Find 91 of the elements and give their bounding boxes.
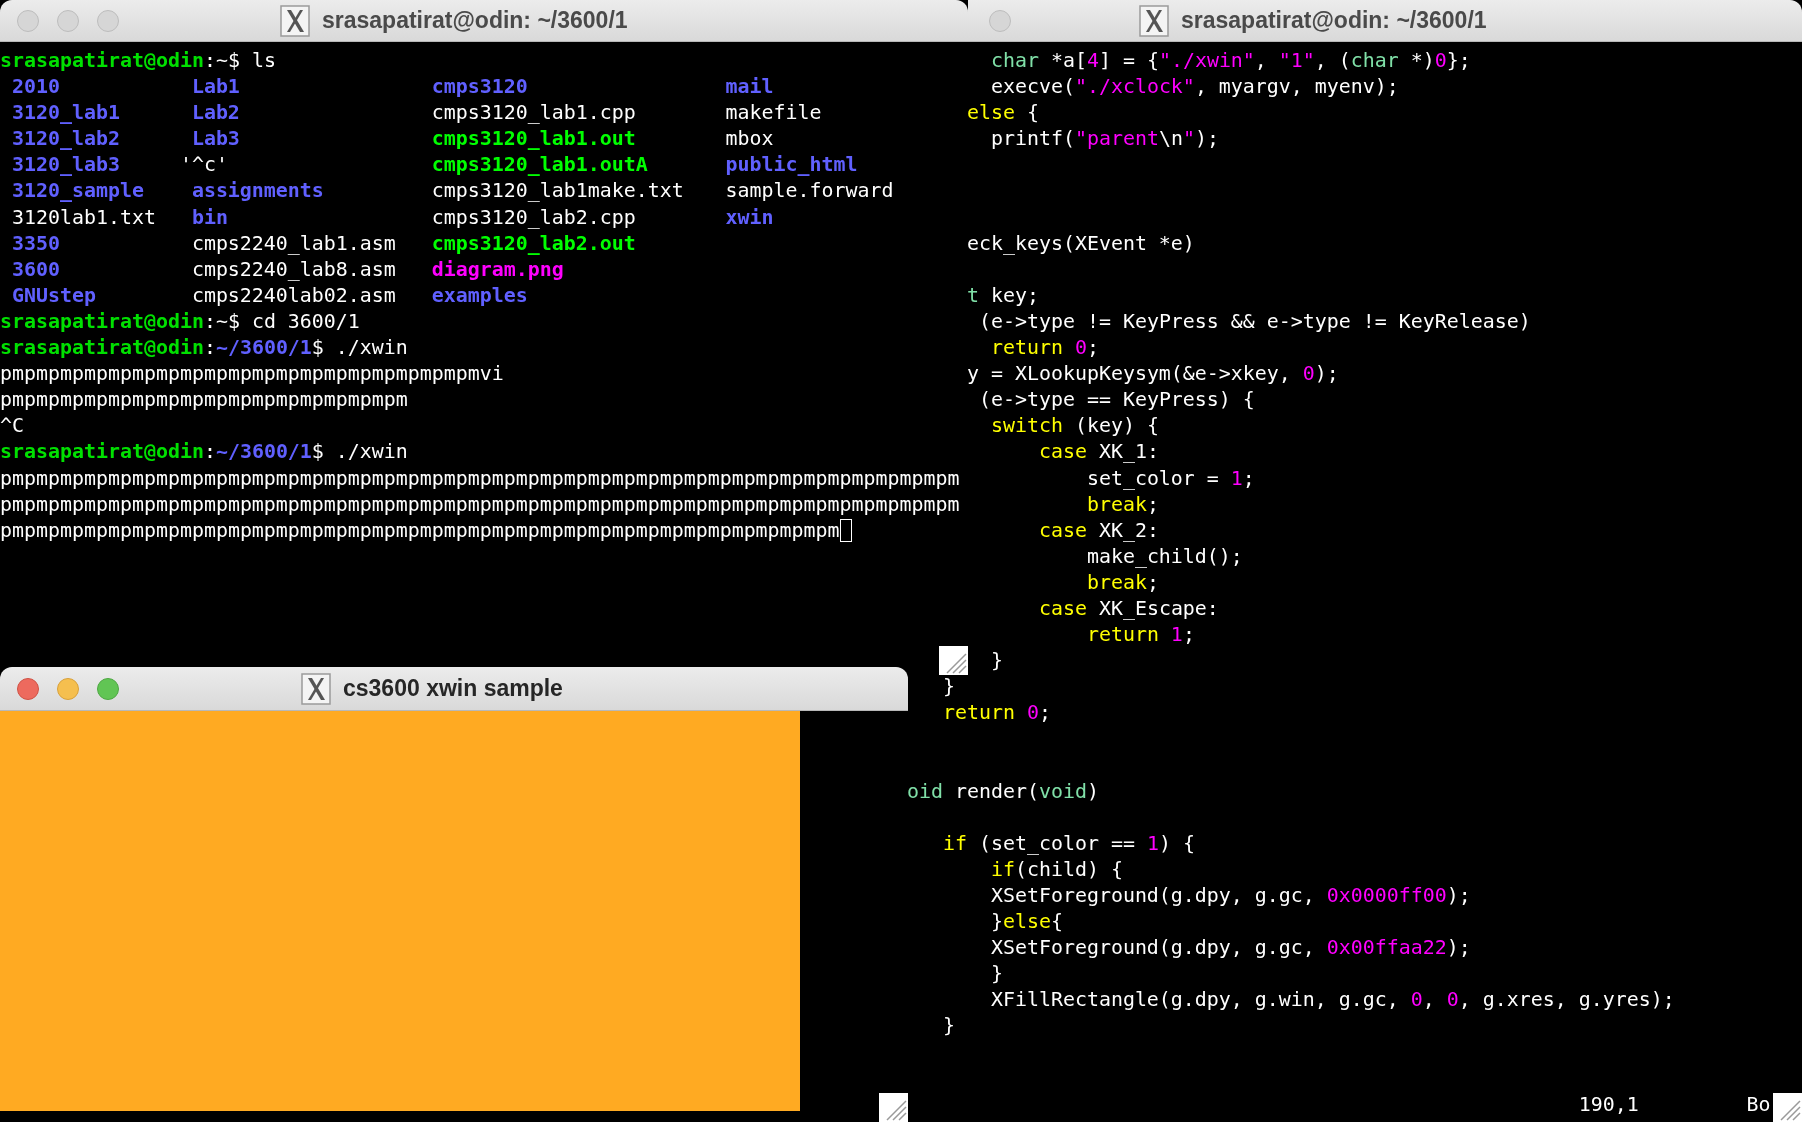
window-title: srasapatirat@odin: ~/3600/1 xyxy=(1181,6,1487,36)
window-title: cs3600 xwin sample xyxy=(343,674,563,704)
code-line: } xyxy=(943,674,955,701)
x-window-icon xyxy=(1139,4,1169,37)
resize-grip-icon[interactable] xyxy=(1773,1093,1802,1122)
file-name: Lab1 xyxy=(191,75,240,99)
code-line: XSetForeground(g.dpy, g.gc, 0x00ffaa22); xyxy=(990,935,1471,962)
code-line: if (set_color == 1) { xyxy=(943,830,1195,857)
code-line: break; xyxy=(1086,491,1159,518)
file-name: cmps3120 xyxy=(431,75,528,99)
terminal-line: ^C xyxy=(0,413,24,440)
terminal-line: pmpmpmpmpmpmpmpmpmpmpmpmpmpmpmpmpmpmpmpmpmpmpmpmpmpmpmpmpmpmpmpmpmpmpmpmpmpmpmpm xyxy=(0,491,960,518)
code-line: if(child) { xyxy=(990,856,1123,883)
file-name: 3120lab1.txt xyxy=(12,205,156,229)
window-title: srasapatirat@odin: ~/3600/1 xyxy=(322,6,628,36)
minimize-button[interactable] xyxy=(57,9,79,32)
terminal-line: pmpmpmpmpmpmpmpmpmpmpmpmpmpmpmpmpm xyxy=(0,387,408,414)
code-line: case XK_2: xyxy=(1038,517,1159,544)
file-name: examples xyxy=(431,283,528,307)
zoom-button[interactable] xyxy=(97,9,119,32)
code-line: eck_keys(XEvent *e) xyxy=(966,230,1195,257)
code-line: else { xyxy=(966,100,1039,127)
file-name: public_html xyxy=(725,153,858,177)
file-name: cmps2240lab02.asm xyxy=(191,283,396,307)
code-line: printf("parent\n"); xyxy=(990,126,1219,153)
code-line: char *a[4] = {"./xwin", "1", (char *)0}; xyxy=(990,48,1471,74)
x-window-icon xyxy=(301,672,331,705)
code-line: }else{ xyxy=(990,909,1063,936)
file-name: cmps3120_lab1.outA xyxy=(431,153,648,177)
file-name: assignments xyxy=(191,179,324,203)
code-line: set_color = 1; xyxy=(1086,465,1255,492)
file-name: mail xyxy=(725,75,774,99)
code-line: t key; xyxy=(966,282,1039,309)
code-line: oid render(void) xyxy=(907,778,1099,805)
code-line: return 0; xyxy=(943,700,1051,727)
file-name: 2010 xyxy=(12,75,60,99)
file-name: 3120_lab1 xyxy=(12,101,120,125)
resize-grip-icon[interactable] xyxy=(879,1093,908,1122)
file-name: GNUstep xyxy=(12,283,96,307)
zoom-button[interactable] xyxy=(97,677,119,700)
terminal-line: srasapatirat@odin:~$ ls xyxy=(0,48,276,74)
file-name: cmps3120_lab1.cpp xyxy=(431,101,636,125)
code-line: (e->type == KeyPress) { xyxy=(978,387,1255,414)
code-line: (e->type != KeyPress && e->type != KeyRelease) xyxy=(978,308,1531,335)
file-name: xwin xyxy=(725,205,774,229)
code-line: execve("./xclock", myargv, myenv); xyxy=(990,74,1399,101)
file-name: cmps3120_lab2.cpp xyxy=(431,205,636,229)
file-name: 3120_lab3 xyxy=(12,153,120,177)
code-line: break; xyxy=(1086,569,1159,596)
code-line: y = XLookupKeysym(&e->xkey, 0); xyxy=(966,361,1339,388)
file-name: makefile xyxy=(725,101,822,125)
file-name: bin xyxy=(191,205,228,229)
code-line: } xyxy=(943,1013,955,1040)
terminal-line: srasapatirat@odin:~$ cd 3600/1 xyxy=(0,308,360,335)
file-name: 3600 xyxy=(12,257,60,281)
status-line: 190,1 Bo xyxy=(1578,1091,1771,1118)
minimize-button[interactable] xyxy=(57,677,79,700)
file-name: 3120_lab2 xyxy=(12,127,120,151)
file-name: mbox xyxy=(725,127,774,151)
file-name: diagram.png xyxy=(431,257,564,281)
code-line: } xyxy=(990,961,1003,988)
file-name: 3120_sample xyxy=(12,179,144,203)
file-name: cmps3120_lab1.out xyxy=(431,127,636,151)
terminal-line: pmpmpmpmpmpmpmpmpmpmpmpmpmpmpmpmpmpmpmpmpmpmpmpmpmpmpmpmpmpmpmpmpmpmpmpmpmpmpmpm xyxy=(0,465,960,492)
file-name: Lab2 xyxy=(191,101,240,125)
x-window-icon xyxy=(280,4,310,37)
file-name: Lab3 xyxy=(191,127,240,151)
terminal-line: pmpmpmpmpmpmpmpmpmpmpmpmpmpmpmpmpmpmpmpmvi xyxy=(0,361,504,388)
terminal-line: pmpmpmpmpmpmpmpmpmpmpmpmpmpmpmpmpmpmpmpmpmpmpmpmpmpmpmpmpmpmpmpmpmpmpm xyxy=(0,517,840,544)
code-line: case XK_1: xyxy=(1038,439,1159,466)
close-button[interactable] xyxy=(17,677,39,700)
code-line: return 0; xyxy=(990,335,1099,362)
code-line: switch (key) { xyxy=(990,413,1159,440)
file-name: 3350 xyxy=(12,231,60,255)
close-button[interactable] xyxy=(17,9,39,32)
terminal-line: srasapatirat@odin:~/3600/1$ ./xwin xyxy=(0,439,408,466)
file-name: cmps3120_lab1make.txt xyxy=(431,179,684,203)
file-name: cmps2240_lab1.asm xyxy=(191,231,396,255)
file-name: '^c' xyxy=(179,153,228,177)
code-line: XSetForeground(g.dpy, g.gc, 0x0000ff00); xyxy=(990,883,1471,909)
zoom-button[interactable] xyxy=(989,9,1011,32)
resize-grip-icon[interactable] xyxy=(939,646,968,675)
file-name: cmps3120_lab2.out xyxy=(431,231,636,255)
code-line: return 1; xyxy=(1086,622,1195,649)
code-line: make_child(); xyxy=(1086,543,1243,570)
file-name: sample.forward xyxy=(725,179,894,203)
code-line: case XK_Escape: xyxy=(1038,595,1219,622)
terminal-line: srasapatirat@odin:~/3600/1$ ./xwin xyxy=(0,335,408,362)
code-line: XFillRectangle(g.dpy, g.win, g.gc, 0, 0, g.xres, g.yres); xyxy=(990,987,1675,1014)
code-line: } xyxy=(990,648,1003,675)
file-name: cmps2240_lab8.asm xyxy=(191,257,396,281)
